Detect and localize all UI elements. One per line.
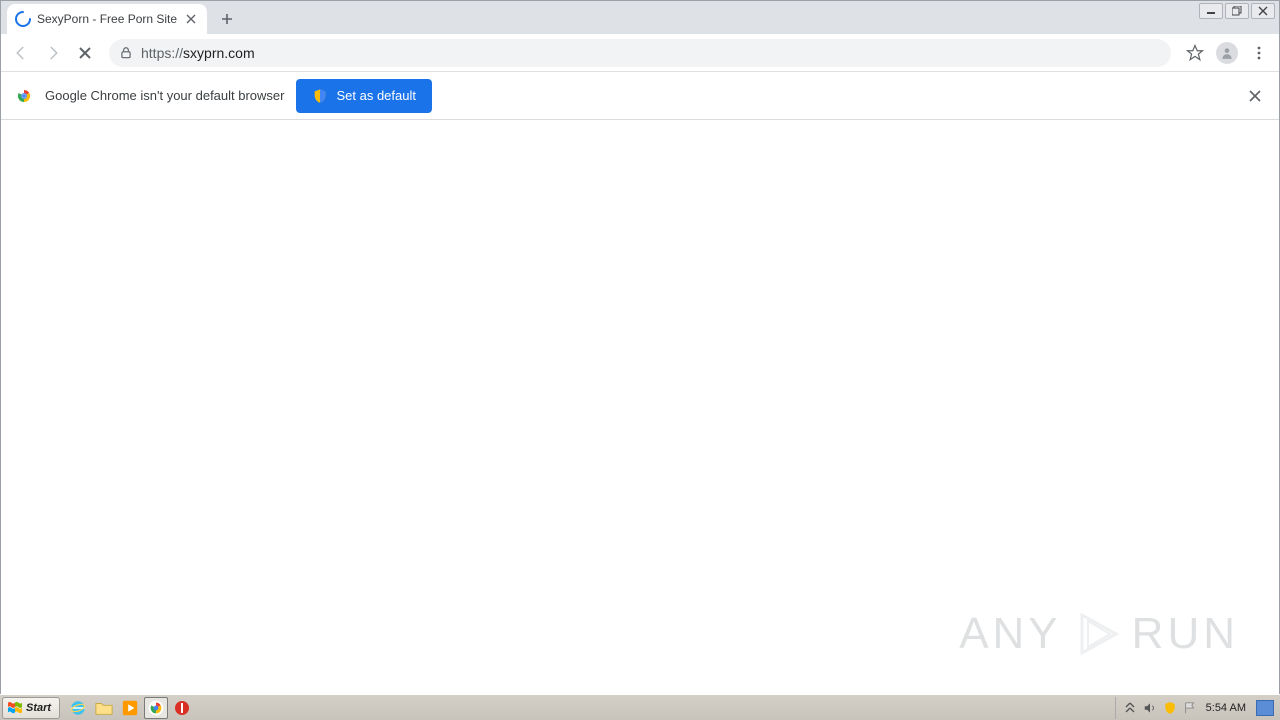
play-icon	[1072, 609, 1122, 659]
ie-icon[interactable]	[66, 697, 90, 719]
maximize-button[interactable]	[1225, 3, 1249, 19]
media-player-icon[interactable]	[118, 697, 142, 719]
url-text: https://sxyprn.com	[141, 45, 1161, 61]
watermark-left: ANY	[959, 609, 1061, 659]
stop-reload-button[interactable]	[71, 39, 99, 67]
lock-icon	[119, 46, 133, 60]
volume-icon[interactable]	[1142, 700, 1158, 716]
window-controls	[1199, 3, 1275, 19]
security-shield-icon[interactable]	[1162, 700, 1178, 716]
close-window-button[interactable]	[1251, 3, 1275, 19]
tab-close-button[interactable]	[183, 11, 199, 27]
address-bar[interactable]: https://sxyprn.com	[109, 39, 1171, 67]
quick-launch	[66, 697, 194, 719]
infobar-message: Google Chrome isn't your default browser	[45, 88, 284, 103]
explorer-icon[interactable]	[92, 697, 116, 719]
set-default-button[interactable]: Set as default	[296, 79, 432, 113]
browser-tab[interactable]: SexyPorn - Free Porn Site	[7, 4, 207, 34]
show-desktop-button[interactable]	[1256, 700, 1274, 716]
flag-icon[interactable]	[1182, 700, 1198, 716]
profile-avatar-button[interactable]	[1213, 39, 1241, 67]
tab-strip: SexyPorn - Free Porn Site	[1, 1, 1279, 34]
system-tray: 5:54 AM	[1115, 697, 1280, 719]
watermark-right: RUN	[1132, 609, 1239, 659]
browser-window: SexyPorn - Free Porn Site	[0, 0, 1280, 720]
bookmark-star-button[interactable]	[1181, 39, 1209, 67]
windows-flag-icon	[7, 701, 23, 715]
chrome-logo-icon	[15, 87, 33, 105]
default-browser-infobar: Google Chrome isn't your default browser…	[1, 72, 1279, 120]
set-default-label: Set as default	[336, 88, 416, 103]
avatar-icon	[1216, 42, 1238, 64]
back-button[interactable]	[7, 39, 35, 67]
minimize-button[interactable]	[1199, 3, 1223, 19]
shield-icon	[312, 88, 328, 104]
chrome-taskbar-icon[interactable]	[144, 697, 168, 719]
red-app-icon[interactable]	[170, 697, 194, 719]
url-host: sxyprn.com	[183, 45, 255, 61]
taskbar-clock[interactable]: 5:54 AM	[1202, 702, 1250, 714]
forward-button[interactable]	[39, 39, 67, 67]
new-tab-button[interactable]	[213, 5, 241, 33]
start-button[interactable]: Start	[2, 697, 60, 719]
page-content: ANY RUN Connecting...	[1, 120, 1279, 719]
anyrun-watermark: ANY RUN	[959, 609, 1239, 659]
chrome-menu-button[interactable]	[1245, 39, 1273, 67]
windows-taskbar: Start 5:54 AM	[0, 694, 1280, 720]
infobar-close-button[interactable]	[1245, 86, 1265, 106]
url-protocol: https://	[141, 45, 183, 61]
tray-expand-icon[interactable]	[1122, 700, 1138, 716]
tab-title: SexyPorn - Free Porn Site	[37, 12, 177, 26]
start-label: Start	[26, 702, 51, 714]
loading-spinner-icon	[15, 11, 31, 27]
toolbar: https://sxyprn.com	[1, 34, 1279, 72]
